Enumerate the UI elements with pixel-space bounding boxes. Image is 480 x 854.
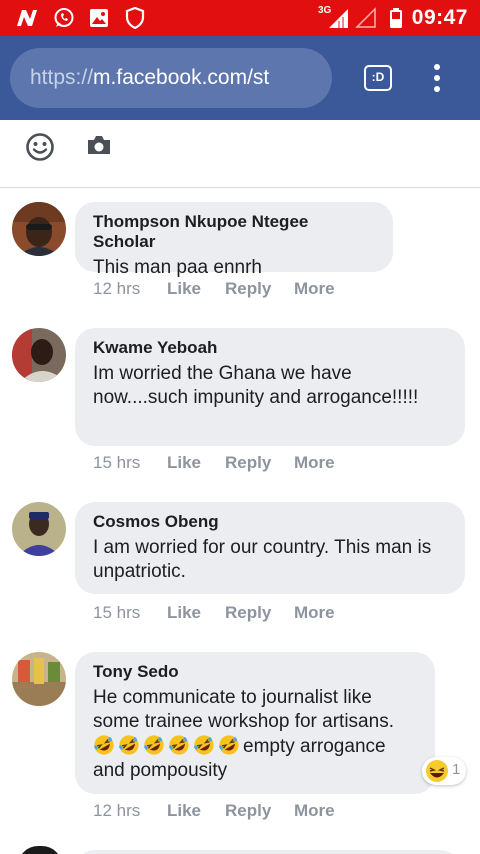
reaction-badge[interactable]: 1 <box>422 757 466 785</box>
comment-item: Thompson Nkupoe Ntegee Scholar This man … <box>0 202 480 312</box>
browser-toolbar: https://m.facebook.com/st :D <box>0 36 480 120</box>
comment-text: Im worried the Ghana we have now....such… <box>93 363 419 408</box>
avatar[interactable] <box>18 846 62 854</box>
battery-icon <box>388 6 404 30</box>
more-button[interactable]: More <box>294 279 335 299</box>
comment-author[interactable]: Cosmos Obeng <box>93 512 447 532</box>
comment-text: He communicate to journalist like some t… <box>93 686 417 783</box>
rofl-emoji-icon <box>219 735 239 755</box>
reply-button[interactable]: Reply <box>225 801 271 821</box>
avatar[interactable] <box>12 652 66 706</box>
comment-author[interactable]: Tony Sedo <box>93 662 417 682</box>
more-button[interactable]: More <box>294 603 335 623</box>
comment-bubble: Tony Sedo He communicate to journalist l… <box>75 652 435 794</box>
comment-bubble <box>75 850 460 854</box>
like-button[interactable]: Like <box>167 453 201 473</box>
comment-text: This man paa ennrh <box>93 257 262 278</box>
more-button[interactable]: More <box>294 801 335 821</box>
signal-empty-icon <box>354 6 378 30</box>
reply-button[interactable]: Reply <box>225 279 271 299</box>
comment-time[interactable]: 12 hrs <box>93 279 140 299</box>
rofl-emoji-run <box>93 735 243 757</box>
comment-time[interactable]: 15 hrs <box>93 453 140 473</box>
avatar[interactable] <box>12 502 66 556</box>
url-field[interactable]: https://m.facebook.com/st <box>10 48 332 108</box>
comment-time[interactable]: 12 hrs <box>93 801 140 821</box>
like-button[interactable]: Like <box>167 279 201 299</box>
reaction-count: 1 <box>452 761 461 778</box>
comment-author[interactable]: Kwame Yeboah <box>93 338 447 358</box>
status-bar: 3G 09:47 <box>0 0 480 36</box>
comment-bubble: Kwame Yeboah Im worried the Ghana we hav… <box>75 328 465 446</box>
rofl-emoji-icon <box>94 735 114 755</box>
tabs-button[interactable]: :D <box>364 65 392 91</box>
clock: 09:47 <box>411 6 468 29</box>
camera-icon[interactable] <box>86 134 112 161</box>
comment-item: Tony Sedo He communicate to journalist l… <box>0 652 480 832</box>
comment-bubble: Thompson Nkupoe Ntegee Scholar This man … <box>75 202 393 278</box>
more-button[interactable]: More <box>294 453 335 473</box>
comment-text: I am worried for our country. This man i… <box>93 537 432 582</box>
emoji-icon[interactable] <box>25 132 55 167</box>
rofl-emoji-icon <box>144 735 164 755</box>
gallery-icon <box>88 6 110 30</box>
comment-bubble: Cosmos Obeng I am worried for our countr… <box>75 502 465 594</box>
comment-composer <box>0 120 480 188</box>
laughing-reaction-icon <box>426 760 448 782</box>
reply-button[interactable]: Reply <box>225 603 271 623</box>
shield-icon <box>124 6 146 30</box>
rofl-emoji-icon <box>119 735 139 755</box>
avatar[interactable] <box>12 202 66 256</box>
like-button[interactable]: Like <box>167 603 201 623</box>
url-host: m.facebook.com/st <box>93 66 270 89</box>
comment-item: Cosmos Obeng I am worried for our countr… <box>0 502 480 632</box>
comment-text-start: He communicate to journalist like some t… <box>93 687 394 732</box>
rofl-emoji-icon <box>194 735 214 755</box>
comment-time[interactable]: 15 hrs <box>93 603 140 623</box>
rofl-emoji-icon <box>169 735 189 755</box>
reply-button[interactable]: Reply <box>225 453 271 473</box>
avatar[interactable] <box>12 328 66 382</box>
comment-author[interactable]: Thompson Nkupoe Ntegee Scholar <box>93 212 375 252</box>
comment-item: Kwame Yeboah Im worried the Ghana we hav… <box>0 328 480 478</box>
whatsapp-icon <box>52 6 76 30</box>
n-logo-icon <box>14 6 40 30</box>
signal-icon <box>326 6 352 30</box>
like-button[interactable]: Like <box>167 801 201 821</box>
url-scheme: https:// <box>30 66 94 89</box>
overflow-menu-icon[interactable] <box>424 62 452 94</box>
